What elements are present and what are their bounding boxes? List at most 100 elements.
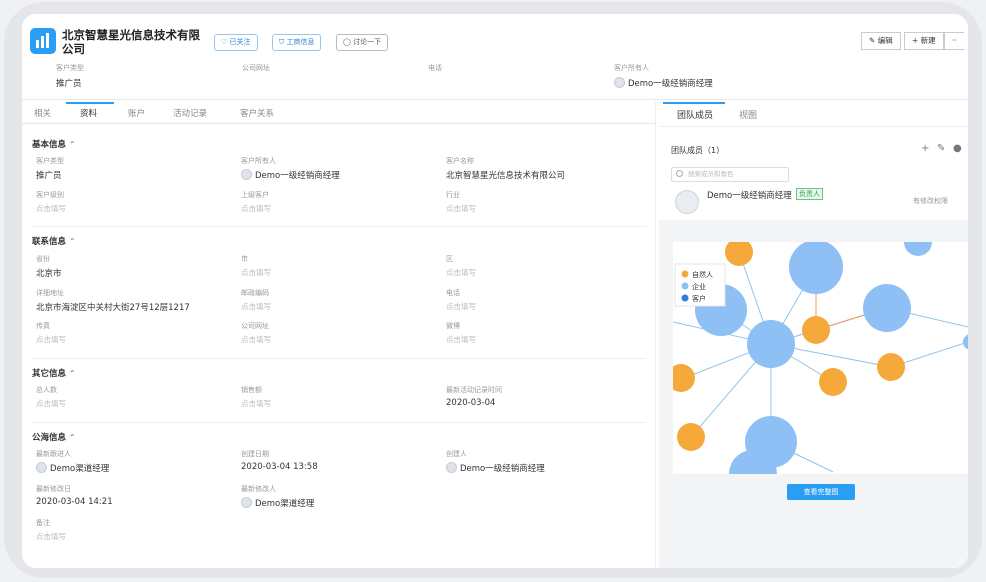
header-field-label: 公司网址 — [242, 64, 270, 72]
section-contact[interactable]: 联系信息 ⌃ — [32, 235, 76, 247]
field-value[interactable]: 点击填写 — [241, 301, 271, 312]
section-title: 其它信息 — [32, 369, 67, 379]
graph-legend: 自然人 企业 客户 — [674, 263, 726, 307]
tab-activity[interactable]: 活动记录 — [173, 107, 207, 119]
field-label: 行业 — [446, 191, 460, 199]
field-label: 公司网址 — [241, 322, 269, 330]
add-member-icon[interactable]: + — [921, 143, 929, 154]
field-value[interactable]: 点击填写 — [36, 334, 66, 345]
field-value[interactable]: Demo渠道经理 — [241, 497, 314, 509]
avatar — [241, 169, 252, 180]
tab-profile[interactable]: 资料 — [80, 107, 97, 119]
field-value[interactable]: 推广员 — [36, 169, 62, 181]
field-value[interactable]: 北京市 — [36, 267, 62, 279]
active-tab-indicator — [66, 102, 114, 104]
user-name: Demo渠道经理 — [50, 464, 110, 474]
discuss-button[interactable]: ◯ 讨论一下 — [336, 34, 389, 51]
field-label: 市 — [241, 255, 248, 263]
field-value[interactable]: 点击填写 — [446, 301, 476, 312]
field-value[interactable]: 2020-03-04 14:21 — [36, 497, 113, 507]
avatar — [675, 190, 699, 214]
follow-button[interactable]: ♡ 已关注 — [214, 34, 258, 51]
owner-badge: 负责人 — [796, 188, 823, 200]
field-value[interactable]: 点击填写 — [446, 267, 476, 278]
field-label: 创建日期 — [241, 450, 269, 458]
section-title: 联系信息 — [32, 237, 67, 247]
more-button[interactable]: ·· — [944, 32, 964, 50]
field-value[interactable]: 点击填写 — [241, 398, 271, 409]
field-value[interactable]: 北京市海淀区中关村大街27号12层1217 — [36, 301, 190, 313]
field-value[interactable]: Demo渠道经理 — [36, 462, 109, 474]
field-value[interactable]: 点击填写 — [36, 398, 66, 409]
new-button[interactable]: + 新建 — [904, 32, 944, 50]
section-sea[interactable]: 公海信息 ⌃ — [32, 431, 76, 443]
section-basic[interactable]: 基本信息 ⌃ — [32, 138, 76, 150]
company-logo-icon — [30, 28, 56, 54]
field-value[interactable]: 北京智慧星光信息技术有限公司 — [446, 169, 565, 181]
chat-member-icon[interactable]: ● — [953, 143, 962, 154]
search-placeholder: 搜索成员和角色 — [688, 170, 734, 178]
user-name: Demo一级经销商经理 — [460, 464, 545, 474]
permission-text: 有修改权限 — [913, 197, 948, 205]
edit-member-icon[interactable]: ✎ — [937, 143, 945, 154]
business-info-button[interactable]: ⛉ 工商信息 — [272, 34, 322, 51]
field-label: 最新跟进人 — [36, 450, 71, 458]
field-label: 备注 — [36, 519, 50, 527]
legend-swatch-person — [681, 270, 689, 278]
field-label: 微博 — [446, 322, 460, 330]
field-label: 客户类型 — [36, 157, 64, 165]
detail-tabs: 相关 资料 账户 活动记录 客户关系 — [22, 102, 656, 124]
field-value[interactable]: 点击填写 — [36, 531, 66, 542]
avatar — [241, 497, 252, 508]
app-screen: 北京智慧星光信息技术有限公司 ♡ 已关注 ⛉ 工商信息 ◯ 讨论一下 ✎ 编辑 … — [22, 14, 968, 568]
field-value[interactable]: 2020-03-04 — [446, 398, 495, 408]
search-icon — [676, 170, 683, 177]
field-value[interactable]: 点击填写 — [241, 334, 271, 345]
detail-panel: 相关 资料 账户 活动记录 客户关系 基本信息 ⌃ 客户类型 推广员 客户所有人 … — [22, 102, 656, 568]
view-full-graph-button[interactable]: 查看完整图 — [787, 484, 855, 500]
member-name: Demo一级经销商经理 — [707, 191, 792, 201]
field-value[interactable]: 点击填写 — [446, 203, 476, 214]
section-other[interactable]: 其它信息 ⌃ — [32, 367, 76, 379]
tab-account[interactable]: 账户 — [128, 107, 145, 119]
field-value[interactable]: 2020-03-04 13:58 — [241, 462, 318, 472]
field-label: 客户级别 — [36, 191, 64, 199]
pencil-icon: ✎ — [869, 36, 876, 45]
chat-icon: ◯ — [343, 38, 351, 46]
tab-related[interactable]: 相关 — [34, 107, 51, 119]
edit-button[interactable]: ✎ 编辑 — [861, 32, 901, 50]
field-label: 上级客户 — [241, 191, 269, 199]
avatar — [614, 77, 625, 88]
tab-view[interactable]: 视图 — [739, 108, 757, 121]
legend-swatch-customer — [681, 294, 689, 302]
member-search-input[interactable]: 搜索成员和角色 — [671, 167, 789, 182]
team-title: 团队成员（1） — [671, 146, 725, 155]
divider — [32, 422, 646, 423]
header-field-label: 客户所有人 — [614, 64, 649, 72]
field-label: 最新修改日 — [36, 485, 71, 493]
shield-icon: ⛉ — [279, 38, 285, 46]
field-value[interactable]: 点击填写 — [36, 203, 66, 214]
field-value[interactable]: Demo一级经销商经理 — [241, 169, 340, 181]
header-field-label: 电话 — [428, 64, 442, 72]
field-value[interactable]: Demo一级经销商经理 — [446, 462, 545, 474]
field-label: 最新修改人 — [241, 485, 276, 493]
relation-graph[interactable]: 自然人 企业 客户 — [673, 242, 968, 474]
tab-relations[interactable]: 客户关系 — [240, 107, 274, 119]
divider — [659, 126, 968, 127]
field-value[interactable]: 点击填写 — [241, 267, 271, 278]
field-value[interactable]: 点击填写 — [446, 334, 476, 345]
divider — [32, 358, 646, 359]
tab-team[interactable]: 团队成员 — [677, 108, 713, 121]
field-value[interactable]: 点击填写 — [241, 203, 271, 214]
field-label: 电话 — [446, 289, 460, 297]
field-label: 区 — [446, 255, 453, 263]
active-tab-indicator — [663, 102, 725, 104]
device-frame: 北京智慧星光信息技术有限公司 ♡ 已关注 ⛉ 工商信息 ◯ 讨论一下 ✎ 编辑 … — [4, 2, 982, 578]
avatar — [36, 462, 47, 473]
header-owner-value[interactable]: Demo一级经销商经理 — [614, 77, 713, 89]
plus-icon: + — [912, 36, 919, 45]
relation-graph-svg[interactable]: 自然人 企业 客户 — [673, 242, 968, 474]
field-label: 客户所有人 — [241, 157, 276, 165]
customer-header: 北京智慧星光信息技术有限公司 ♡ 已关注 ⛉ 工商信息 ◯ 讨论一下 ✎ 编辑 … — [22, 14, 968, 100]
